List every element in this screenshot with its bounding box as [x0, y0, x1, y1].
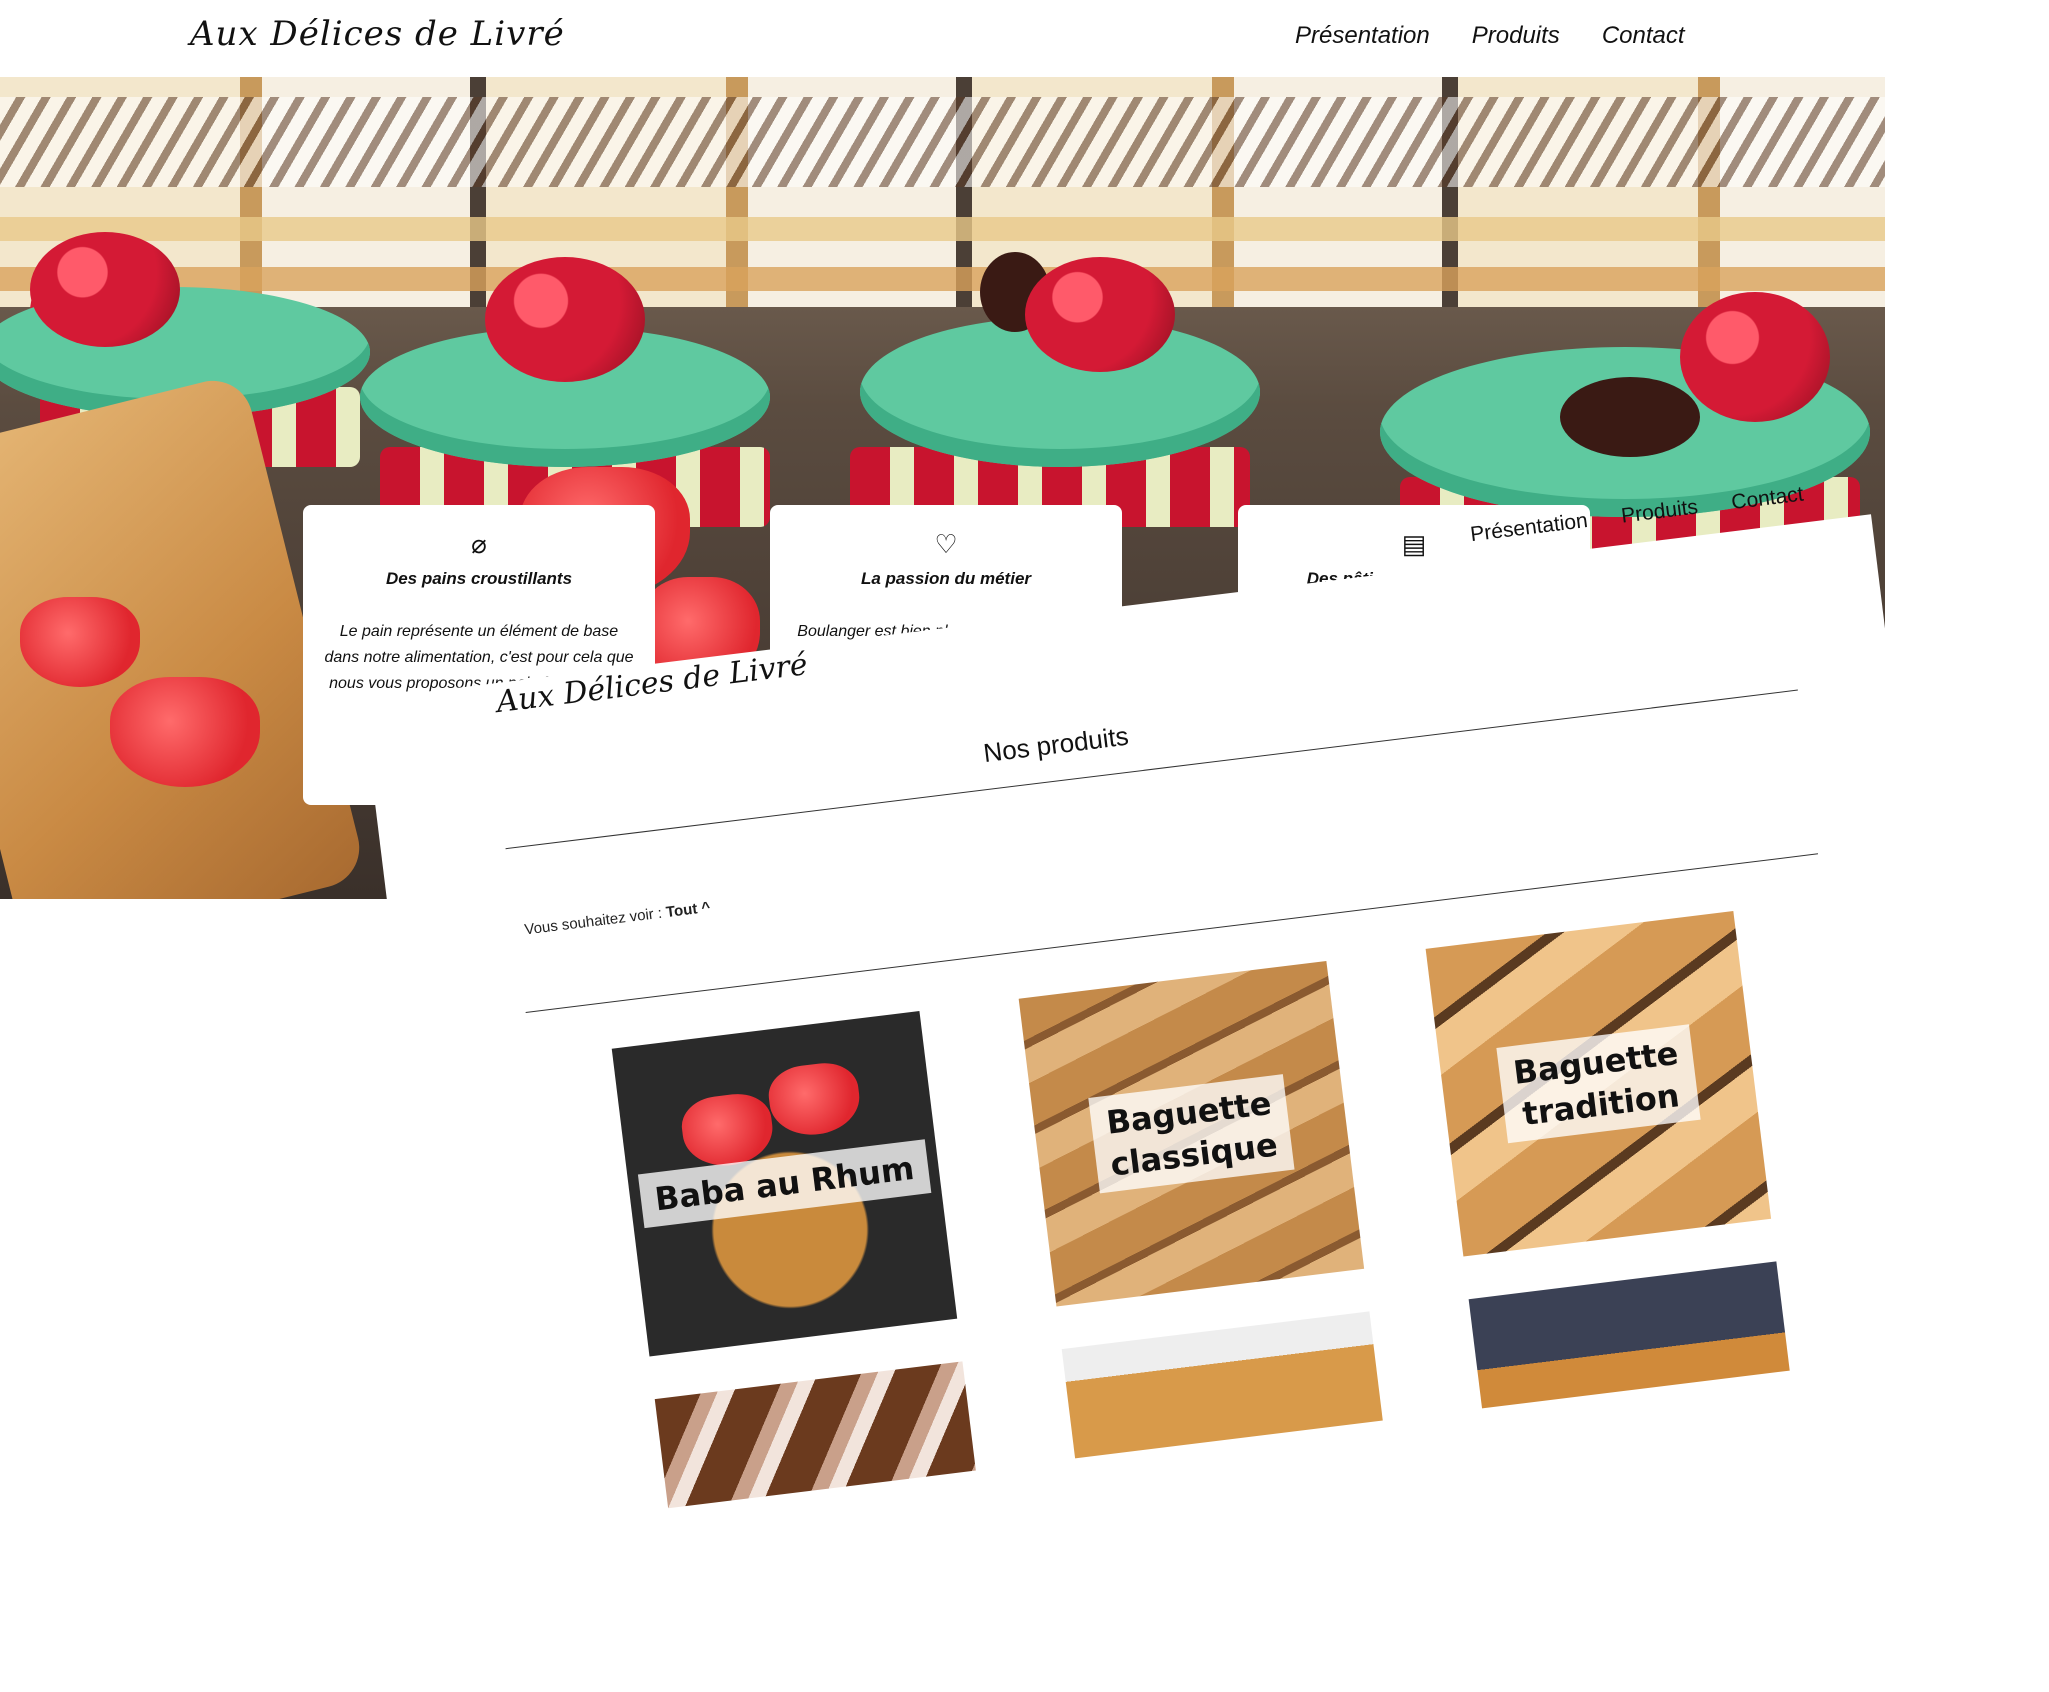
raspberry	[1025, 257, 1175, 372]
chocolate-disc	[1560, 377, 1700, 457]
product-card-baba[interactable]: Baba au Rhum	[611, 1010, 958, 1357]
strawberry	[20, 597, 140, 687]
nav-link-contact[interactable]: Contact	[1602, 22, 1685, 50]
nav-link-presentation[interactable]: Présentation	[1469, 509, 1589, 547]
product-name: Baguette tradition	[1496, 1024, 1701, 1144]
raspberry	[485, 257, 645, 382]
icing-stripes	[0, 97, 1885, 187]
products-section: Présentation Produits Contact Aux Délice…	[355, 457, 1993, 1692]
product-name: Baba au Rhum	[637, 1139, 932, 1229]
strawberry	[110, 677, 260, 787]
product-name: Baguette classique	[1088, 1074, 1295, 1194]
feature-title: Des pains croustillants	[385, 569, 573, 588]
pastry-layer	[0, 267, 1885, 291]
product-card-baguette-tradition[interactable]: Baguette tradition	[1425, 911, 1772, 1257]
product-card-baguette-classique[interactable]: Baguette classique	[1018, 961, 1365, 1307]
nav-link-contact[interactable]: Contact	[1730, 482, 1805, 515]
raspberry	[30, 232, 180, 347]
nav-link-presentation[interactable]: Présentation	[1295, 22, 1430, 50]
site-header: Aux Délices de Livré Présentation Produi…	[0, 0, 2049, 77]
nav-link-produits[interactable]: Produits	[1472, 22, 1560, 50]
main-nav: Présentation Produits Contact	[1295, 22, 1685, 50]
cream-layer	[0, 217, 1885, 241]
chevron-up-icon: ^	[700, 898, 712, 917]
strawberry	[765, 1059, 864, 1140]
bread-icon: ⌀	[471, 529, 487, 559]
nav-link-produits[interactable]: Produits	[1620, 495, 1699, 528]
raspberry	[1680, 292, 1830, 422]
site-logo[interactable]: Aux Délices de Livré	[190, 14, 565, 54]
